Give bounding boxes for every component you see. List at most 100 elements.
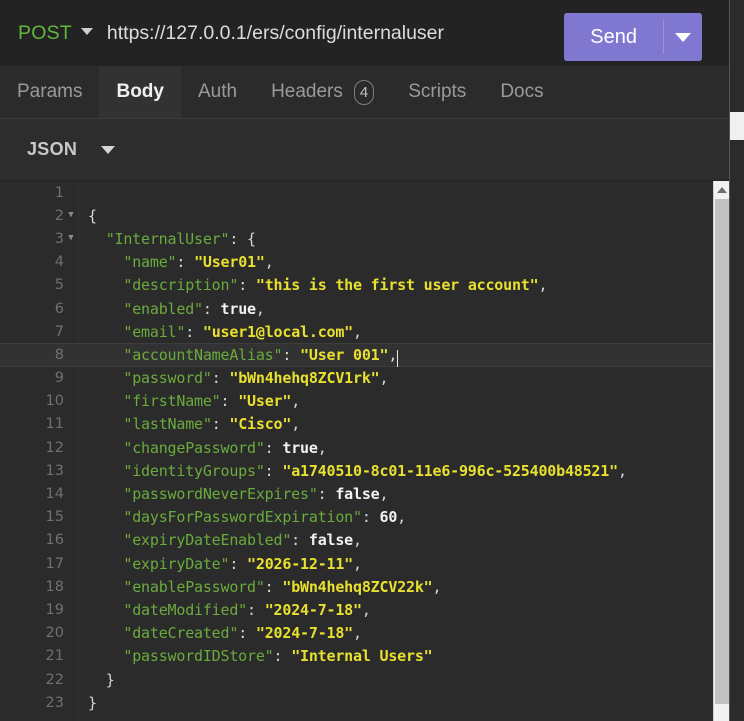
line-number: 17 xyxy=(45,555,64,572)
code-text: "InternalUser": { xyxy=(105,229,256,248)
code-text: "expiryDateEnabled": false, xyxy=(123,531,362,550)
code-line[interactable]: 9 "password": "bWn4hehq8ZCV1rk", xyxy=(0,367,714,390)
line-number: 6 xyxy=(54,300,64,317)
fold-arrow-icon[interactable]: ▼ xyxy=(64,234,78,243)
tab-count-badge: 4 xyxy=(353,79,375,105)
code-line[interactable]: 2 ▼ { xyxy=(0,204,714,227)
tab-label: Params xyxy=(17,81,83,102)
code-line[interactable]: 19 "dateModified": "2024-7-18", xyxy=(0,598,714,621)
code-text: "firstName": "User", xyxy=(123,392,301,411)
code-text: { xyxy=(88,206,97,225)
line-number: 15 xyxy=(45,509,64,526)
request-url-bar: POST https://127.0.0.1/ers/config/intern… xyxy=(0,0,730,66)
line-number: 20 xyxy=(45,625,64,642)
line-number: 3 xyxy=(54,230,64,247)
code-text: "email": "user1@local.com", xyxy=(123,322,362,341)
code-line[interactable]: 6 "enabled": true, xyxy=(0,297,714,320)
line-number: 4 xyxy=(54,254,64,271)
editor-scroll-thumb[interactable] xyxy=(715,199,729,704)
code-text: "dateCreated": "2024-7-18", xyxy=(123,624,362,643)
request-tabs: Params Body Auth Headers 4 Scripts Docs xyxy=(0,66,730,119)
line-number: 10 xyxy=(45,393,64,410)
tab-label: Scripts xyxy=(408,81,467,102)
http-method-selector[interactable]: POST xyxy=(18,22,93,45)
tab-headers[interactable]: Headers 4 xyxy=(254,66,391,118)
code-text: "enabled": true, xyxy=(123,299,265,318)
code-line[interactable]: 14 "passwordNeverExpires": false, xyxy=(0,482,714,505)
code-line[interactable]: 7 "email": "user1@local.com", xyxy=(0,320,714,343)
code-line[interactable]: 15 "daysForPasswordExpiration": 60, xyxy=(0,506,714,529)
tab-label: Body xyxy=(116,81,164,102)
code-line[interactable]: 4 "name": "User01", xyxy=(0,251,714,274)
code-line[interactable]: 1 xyxy=(0,181,714,204)
code-line-active[interactable]: 8 "accountNameAlias": "User 001", xyxy=(0,343,714,367)
page-scroll-thumb[interactable] xyxy=(730,112,744,140)
code-line[interactable]: 23} xyxy=(0,691,714,714)
line-number: 23 xyxy=(45,694,64,711)
code-text: "lastName": "Cisco", xyxy=(123,415,301,434)
code-line[interactable]: 16 "expiryDateEnabled": false, xyxy=(0,529,714,552)
body-type-selector[interactable]: JSON xyxy=(27,139,77,160)
code-text: } xyxy=(88,693,97,712)
request-builder-panel: POST https://127.0.0.1/ers/config/intern… xyxy=(0,0,744,721)
tab-scripts[interactable]: Scripts xyxy=(391,66,483,118)
code-line[interactable]: 11 "lastName": "Cisco", xyxy=(0,413,714,436)
code-line[interactable]: 20 "dateCreated": "2024-7-18", xyxy=(0,622,714,645)
chevron-down-icon[interactable] xyxy=(80,27,93,35)
code-lines-container[interactable]: 1 2 ▼{3 ▼ "InternalUser": {4 "name": "User0… xyxy=(0,181,714,721)
code-line[interactable]: 10 "firstName": "User", xyxy=(0,390,714,413)
line-number: 14 xyxy=(45,486,64,503)
code-text: "enablePassword": "bWn4hehq8ZCV22k", xyxy=(123,577,442,596)
code-text: "changePassword": true, xyxy=(123,438,327,457)
code-line[interactable]: 17 "expiryDate": "2026-12-11", xyxy=(0,552,714,575)
chevron-down-icon xyxy=(675,32,691,42)
line-number: 18 xyxy=(45,578,64,595)
send-button[interactable]: Send xyxy=(564,13,663,61)
line-number: 7 xyxy=(54,323,64,340)
chevron-down-icon[interactable] xyxy=(101,145,116,154)
json-body-editor[interactable]: 1 2 ▼{3 ▼ "InternalUser": {4 "name": "User0… xyxy=(0,181,730,721)
tab-docs[interactable]: Docs xyxy=(483,66,560,118)
code-text: "accountNameAlias": "User 001", xyxy=(78,346,399,367)
line-number: 11 xyxy=(45,416,64,433)
code-text: "name": "User01", xyxy=(123,253,274,272)
code-text: } xyxy=(105,670,115,689)
code-text: "dateModified": "2024-7-18", xyxy=(123,600,371,619)
line-number: 5 xyxy=(54,277,64,294)
code-line[interactable]: 18 "enablePassword": "bWn4hehq8ZCV22k", xyxy=(0,575,714,598)
line-number: 16 xyxy=(45,532,64,549)
text-cursor xyxy=(397,349,399,367)
line-number: 22 xyxy=(45,671,64,688)
code-text: "daysForPasswordExpiration": 60, xyxy=(123,508,407,527)
code-line[interactable]: 13 "identityGroups": "a1740510-8c01-11e6… xyxy=(0,459,714,482)
code-line[interactable]: 5 "description": "this is the first user… xyxy=(0,274,714,297)
tab-body[interactable]: Body xyxy=(99,66,181,118)
code-text: "passwordIDStore": "Internal Users" xyxy=(123,647,433,666)
body-type-row: JSON xyxy=(0,119,730,181)
code-text: "description": "this is the first user a… xyxy=(123,276,548,295)
http-method-label: POST xyxy=(18,21,72,44)
editor-vertical-scrollbar[interactable] xyxy=(713,181,730,721)
code-line[interactable]: 12 "changePassword": true, xyxy=(0,436,714,459)
page-vertical-scrollbar[interactable] xyxy=(730,0,744,721)
code-text: "identityGroups": "a1740510-8c01-11e6-99… xyxy=(123,461,627,480)
tab-label: Auth xyxy=(197,81,238,102)
line-number: 8 xyxy=(54,346,64,363)
code-text: "passwordNeverExpires": false, xyxy=(123,485,389,504)
line-number: 1 xyxy=(54,184,64,201)
code-line[interactable]: 21 "passwordIDStore": "Internal Users" xyxy=(0,645,714,668)
tab-auth[interactable]: Auth xyxy=(181,66,254,118)
code-line[interactable]: 22 } xyxy=(0,668,714,691)
code-line[interactable]: 3 ▼ "InternalUser": { xyxy=(0,227,714,250)
tab-label: Headers xyxy=(271,81,343,102)
line-number: 9 xyxy=(54,370,64,387)
send-options-button[interactable] xyxy=(664,13,702,61)
triangle-up-icon[interactable] xyxy=(714,181,730,198)
code-text: "password": "bWn4hehq8ZCV1rk", xyxy=(123,369,389,388)
line-number: 19 xyxy=(45,601,64,618)
tab-params[interactable]: Params xyxy=(0,66,99,118)
line-number: 21 xyxy=(45,648,64,665)
line-number: 12 xyxy=(45,439,64,456)
fold-arrow-icon[interactable]: ▼ xyxy=(64,211,78,220)
send-button-group: Send xyxy=(564,13,702,61)
